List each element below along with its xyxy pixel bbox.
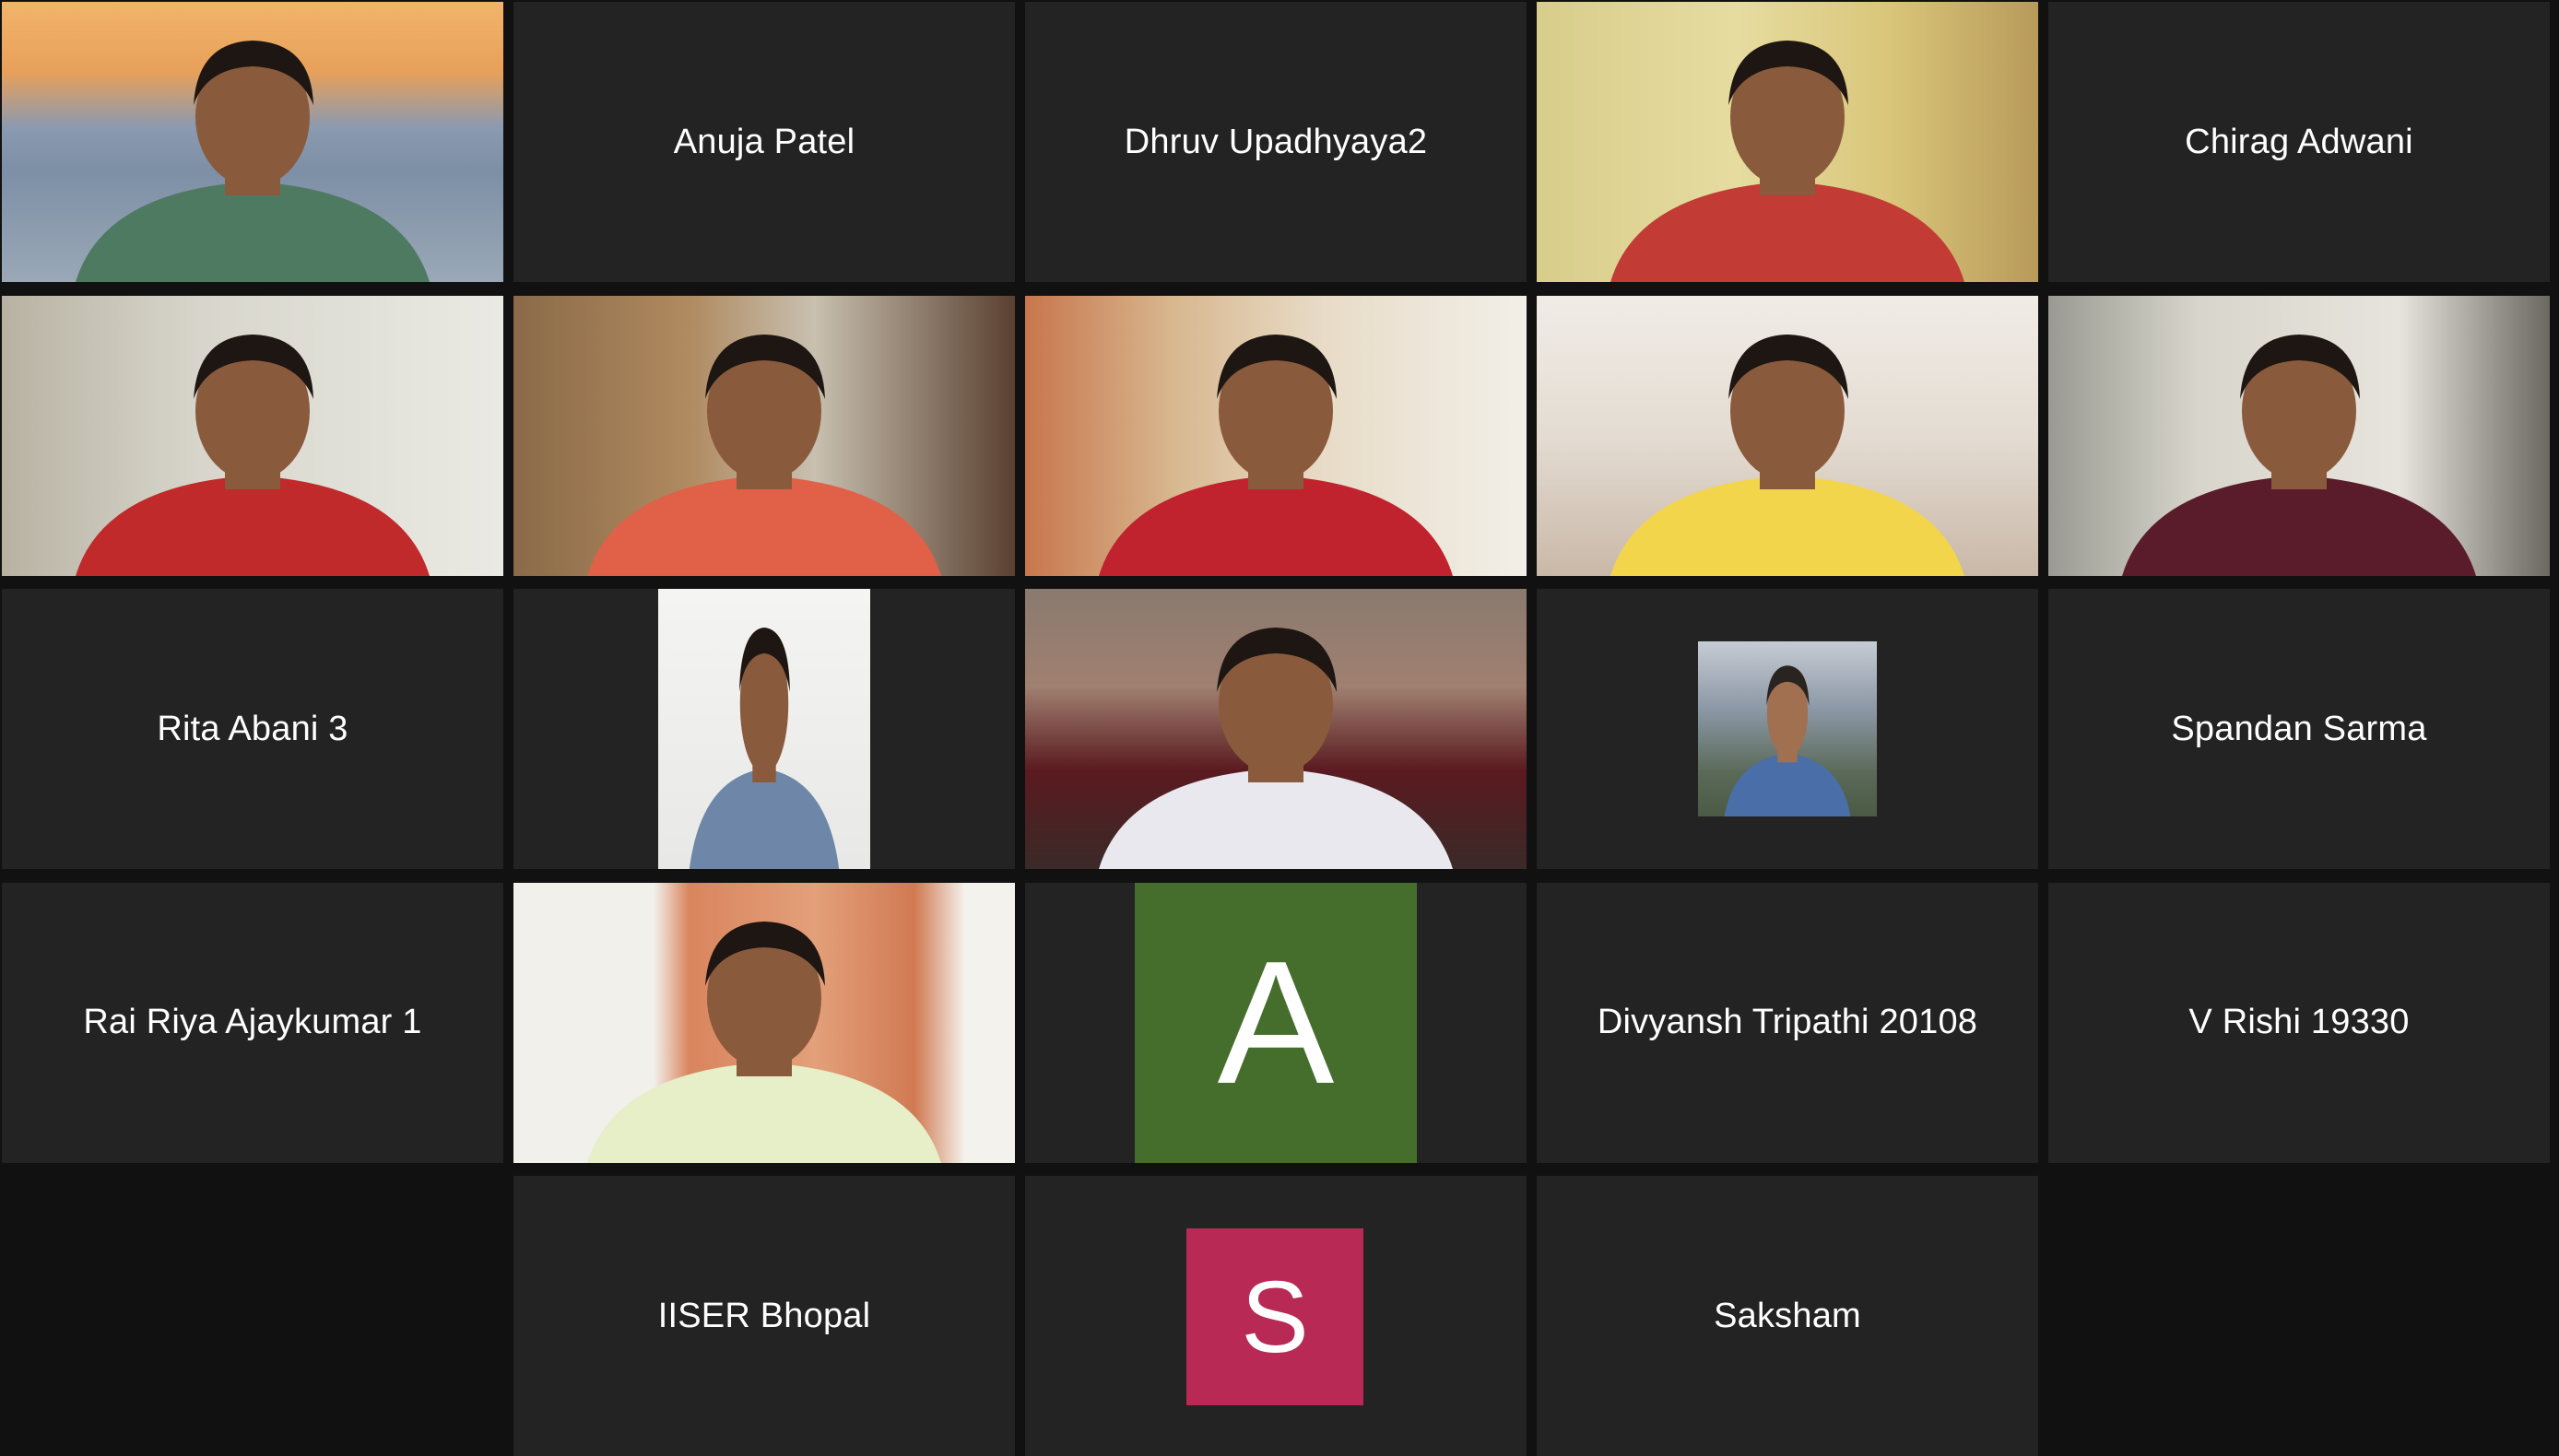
video-feed: [2, 295, 503, 576]
participant-figure: [2122, 334, 2476, 576]
participant-name: Rita Abani 3: [157, 709, 348, 748]
participant-name: Dhruv Upadhyaya2: [1124, 122, 1428, 161]
participant-figure: [1610, 41, 1964, 282]
video-feed: [2, 2, 503, 282]
avatar: S: [1186, 1228, 1363, 1405]
avatar: A: [1135, 882, 1417, 1163]
participant-tile[interactable]: [2, 295, 503, 576]
participant-figure: [1099, 628, 1453, 869]
video-feed: [1025, 295, 1527, 576]
video-feed: [2048, 295, 2550, 576]
participant-figure: [587, 334, 941, 576]
video-feed: [1025, 589, 1527, 869]
participant-tile[interactable]: A: [1025, 882, 1527, 1163]
participant-tile[interactable]: [513, 295, 1015, 576]
video-feed: [513, 295, 1015, 576]
participant-name: Divyansh Tripathi 20108: [1597, 1003, 1978, 1041]
participant-tile[interactable]: Rai Riya Ajaykumar 1: [2, 882, 503, 1163]
participant-tile[interactable]: [513, 589, 1015, 869]
participant-figure: [1610, 334, 1964, 576]
participant-tile[interactable]: Spandan Sarma: [2048, 589, 2550, 869]
video-feed: [1537, 295, 2038, 576]
participant-name: IISER Bhopal: [657, 1296, 871, 1335]
participant-tile[interactable]: Saksham: [1537, 1176, 2038, 1456]
participant-tile[interactable]: [2048, 295, 2550, 576]
participant-name: Spandan Sarma: [2171, 709, 2427, 748]
participant-tile[interactable]: [1537, 2, 2038, 282]
participant-tile[interactable]: [513, 882, 1015, 1163]
participant-name: Chirag Adwani: [2185, 122, 2413, 161]
participant-figure: [76, 334, 430, 576]
participant-tile[interactable]: [2, 2, 503, 282]
participant-name: Anuja Patel: [673, 122, 855, 161]
video-feed: [1537, 2, 2038, 282]
participant-tile[interactable]: [1537, 589, 2038, 869]
participant-name: Saksham: [1714, 1296, 1861, 1335]
participant-name: Rai Riya Ajaykumar 1: [83, 1003, 422, 1041]
participant-figure: [689, 628, 840, 869]
participant-figure: [76, 41, 430, 282]
participant-figure: [1724, 665, 1851, 816]
participant-tile[interactable]: [1537, 295, 2038, 576]
participant-tile[interactable]: Anuja Patel: [513, 2, 1015, 282]
participant-tile[interactable]: Dhruv Upadhyaya2: [1025, 2, 1527, 282]
participant-tile[interactable]: IISER Bhopal: [513, 1176, 1015, 1456]
participant-figure: [1099, 334, 1453, 576]
video-feed: [658, 589, 870, 869]
participant-tile[interactable]: Rita Abani 3: [2, 589, 503, 869]
participant-tile[interactable]: Divyansh Tripathi 20108: [1537, 882, 2038, 1163]
participant-tile[interactable]: [1025, 295, 1527, 576]
participant-tile[interactable]: [1025, 589, 1527, 869]
participant-figure: [587, 921, 941, 1163]
video-feed: [513, 882, 1015, 1163]
participant-tile[interactable]: Chirag Adwani: [2048, 2, 2550, 282]
participant-name: V Rishi 19330: [2188, 1003, 2410, 1041]
participant-tile[interactable]: V Rishi 19330: [2048, 882, 2550, 1163]
participant-tile[interactable]: S: [1025, 1176, 1527, 1456]
profile-picture: [1698, 641, 1877, 816]
